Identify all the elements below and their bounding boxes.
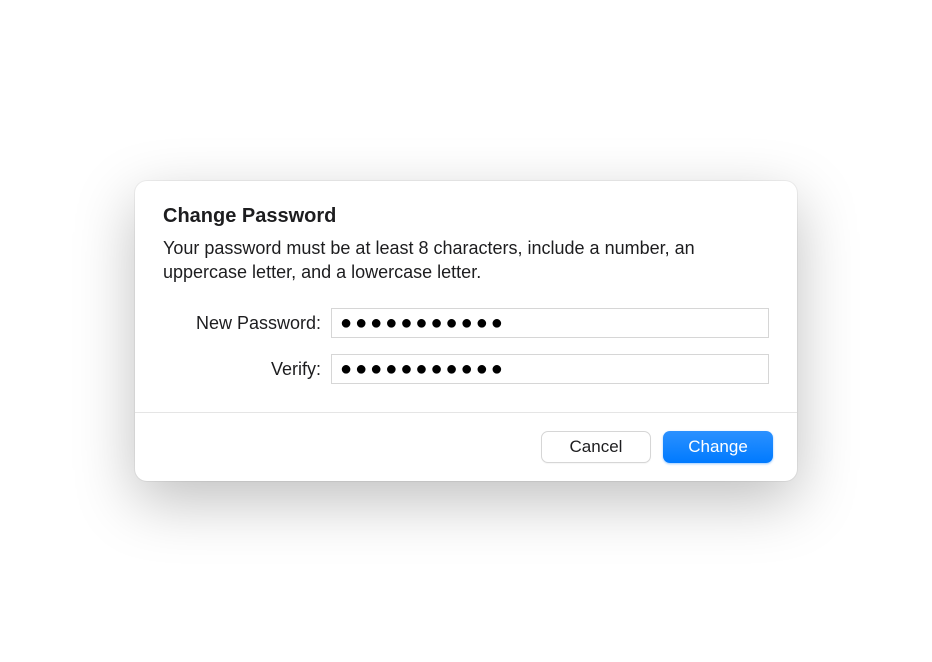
new-password-row: New Password: ●●●●●●●●●●●: [163, 308, 769, 338]
change-password-dialog: Change Password Your password must be at…: [135, 181, 797, 482]
verify-password-row: Verify: ●●●●●●●●●●●: [163, 354, 769, 384]
dialog-footer: Cancel Change: [135, 412, 797, 481]
verify-password-label: Verify:: [163, 359, 331, 380]
dialog-description: Your password must be at least 8 charact…: [163, 236, 769, 285]
new-password-label: New Password:: [163, 313, 331, 334]
verify-password-field[interactable]: ●●●●●●●●●●●: [331, 354, 769, 384]
new-password-field[interactable]: ●●●●●●●●●●●: [331, 308, 769, 338]
dialog-title: Change Password: [163, 205, 769, 228]
dialog-content: Change Password Your password must be at…: [135, 181, 797, 413]
change-button[interactable]: Change: [663, 431, 773, 463]
cancel-button[interactable]: Cancel: [541, 431, 651, 463]
